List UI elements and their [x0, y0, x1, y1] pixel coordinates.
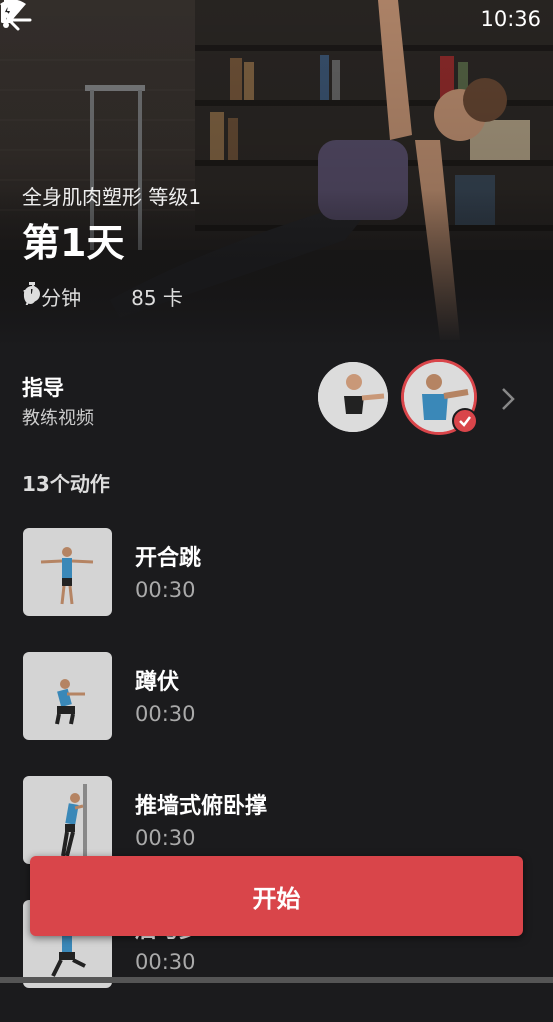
hero-banner: 10:36 全身肌肉塑形 等级1 第1天 7 分钟 85 卡	[0, 0, 553, 345]
day-title: 第1天	[22, 221, 125, 265]
exercise-thumbnail	[23, 776, 112, 864]
exercise-duration: 00:30	[135, 826, 196, 850]
coach-section[interactable]: 指导 教练视频	[0, 360, 553, 440]
start-button[interactable]: 开始	[30, 856, 523, 936]
calories-text: 85 卡	[131, 286, 183, 310]
list-item[interactable]: 蹲伏 00:30	[0, 650, 553, 774]
calories-meta: 85 卡	[23, 282, 183, 311]
status-time: 10:36	[480, 7, 541, 31]
exercise-count: 13个动作	[22, 472, 110, 496]
exercise-name: 开合跳	[135, 546, 202, 571]
workout-meta: 7 分钟 85 卡	[22, 282, 183, 311]
coach-title: 指导	[22, 376, 64, 400]
status-bar: 10:36	[0, 0, 553, 38]
chevron-right-icon[interactable]	[500, 386, 516, 412]
exercise-name: 推墙式俯卧撑	[135, 794, 268, 819]
exercise-duration: 00:30	[135, 950, 196, 974]
bottom-divider	[0, 977, 553, 983]
coach-subtitle: 教练视频	[22, 408, 94, 429]
exercise-duration: 00:30	[135, 702, 196, 726]
program-level: 全身肌肉塑形 等级1	[22, 185, 202, 209]
flame-icon	[23, 282, 38, 304]
exercise-name: 蹲伏	[135, 670, 180, 695]
exercise-thumbnail	[23, 652, 112, 740]
more-options-icon[interactable]	[0, 0, 12, 32]
coach-avatar-female[interactable]	[318, 362, 388, 432]
exercise-list: 开合跳 00:30 蹲伏 00:30 推墙式俯卧撑 00:30 00:30	[0, 526, 553, 1022]
list-item[interactable]: 开合跳 00:30	[0, 526, 553, 650]
selected-check-icon	[452, 408, 478, 434]
exercise-duration: 00:30	[135, 578, 196, 602]
exercise-thumbnail	[23, 528, 112, 616]
